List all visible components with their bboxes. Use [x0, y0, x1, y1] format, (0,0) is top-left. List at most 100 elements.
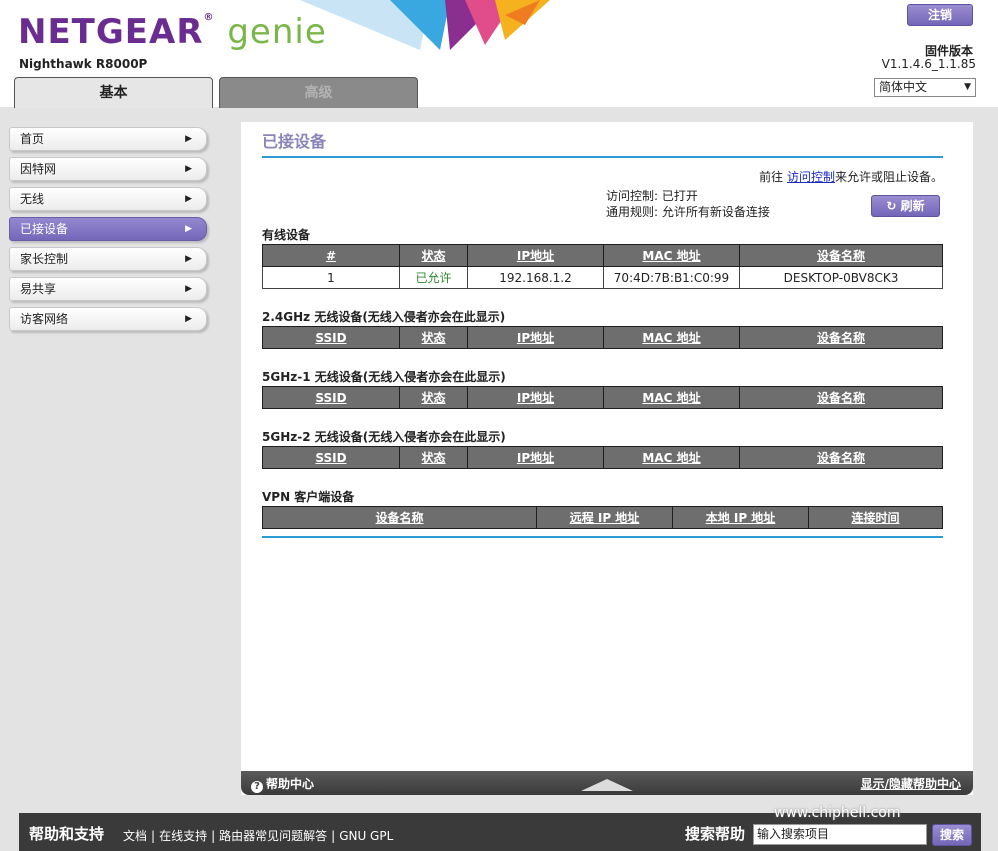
chevron-right-icon: ▶ [185, 284, 192, 294]
wifi-5ghz-1-title: 5GHz-1 无线设备(无线入侵者亦会在此显示) [262, 370, 506, 384]
refresh-button[interactable]: ↻ 刷新 [871, 195, 940, 217]
firmware-version: V1.1.4.6_1.1.85 [881, 57, 976, 71]
hint-prefix: 前往 [759, 170, 787, 184]
wifi-24ghz-title: 2.4GHz 无线设备(无线入侵者亦会在此显示) [262, 310, 506, 324]
column-header[interactable]: MAC 地址 [603, 446, 740, 469]
column-header[interactable]: 设备名称 [262, 506, 537, 529]
header: NETGEAR® genie Nighthawk R8000P 注销 固件版本 … [0, 0, 998, 108]
column-header[interactable]: 设备名称 [739, 446, 943, 469]
language-value: 简体中文 [879, 80, 928, 94]
wifi-24ghz-table: SSID 状态 IP地址 MAC 地址 设备名称 [262, 326, 943, 349]
dropdown-arrow-icon: ▼ [964, 82, 971, 92]
link-separator: | [151, 829, 156, 843]
expand-up-icon[interactable] [581, 779, 633, 791]
sidebar-item-internet[interactable]: 因特网 ▶ [9, 157, 207, 181]
bottom-divider [262, 536, 943, 538]
table-row: 1 已允许 192.168.1.2 70:4D:7B:B1:C0:99 DESK… [262, 266, 943, 289]
refresh-icon: ↻ [886, 199, 897, 213]
column-header[interactable]: MAC 地址 [603, 244, 740, 267]
sidebar-item-label: 家长控制 [20, 252, 69, 266]
help-question-icon: ? [251, 781, 263, 793]
column-header[interactable]: 本地 IP 地址 [672, 506, 809, 529]
search-help-label: 搜索帮助 [685, 825, 746, 843]
column-header[interactable]: 状态 [399, 326, 468, 349]
sidebar-item-parental-controls[interactable]: 家长控制 ▶ [9, 247, 207, 271]
sidebar-item-label: 访客网络 [20, 312, 69, 326]
sidebar-item-label: 因特网 [20, 162, 57, 176]
wifi-5ghz-1-table: SSID 状态 IP地址 MAC 地址 设备名称 [262, 386, 943, 409]
column-header[interactable]: IP地址 [467, 386, 604, 409]
footer-link-online-support[interactable]: 在线支持 [159, 829, 207, 843]
hint-suffix: 来允许或阻止设备。 [834, 170, 943, 184]
netgear-genie-logo: NETGEAR® genie [18, 12, 327, 52]
registered-mark: ® [203, 12, 215, 23]
wired-devices-title: 有线设备 [262, 228, 311, 242]
sidebar-item-readyshare[interactable]: 易共享 ▶ [9, 277, 207, 301]
column-header[interactable]: IP地址 [467, 244, 604, 267]
tab-basic[interactable]: 基本 [14, 77, 213, 108]
access-control-status: 访问控制: 已打开 [606, 189, 698, 203]
footer-title: 帮助和支持 [29, 825, 105, 843]
column-header[interactable]: 连接时间 [808, 506, 943, 529]
title-divider [262, 156, 943, 158]
search-button[interactable]: 搜索 [932, 824, 972, 846]
column-header[interactable]: 状态 [399, 446, 468, 469]
sidebar-item-attached-devices[interactable]: 已接设备 ▶ [9, 217, 207, 241]
link-separator: | [331, 829, 336, 843]
access-status: 访问控制: 已打开 通用规则: 允许所有新设备连接 [606, 188, 770, 220]
column-header[interactable]: IP地址 [467, 326, 604, 349]
column-header[interactable]: 状态 [399, 386, 468, 409]
page-title: 已接设备 [262, 132, 327, 151]
column-header[interactable]: 状态 [399, 244, 468, 267]
watermark-text: www.chiphell.com [774, 805, 901, 821]
ip-address: 192.168.1.2 [467, 266, 604, 289]
column-header[interactable]: MAC 地址 [603, 386, 740, 409]
footer-link-docs[interactable]: 文档 [123, 829, 147, 843]
chevron-right-icon: ▶ [185, 314, 192, 324]
column-header[interactable]: IP地址 [467, 446, 604, 469]
wifi-5ghz-2-table: SSID 状态 IP地址 MAC 地址 设备名称 [262, 446, 943, 469]
link-separator: | [211, 829, 216, 843]
sidebar-item-label: 首页 [20, 132, 45, 146]
column-header[interactable]: SSID [262, 326, 400, 349]
sidebar-item-label: 已接设备 [20, 222, 69, 236]
help-toggle-link[interactable]: 显示/隐藏帮助中心 [861, 771, 961, 797]
sidebar-item-home[interactable]: 首页 ▶ [9, 127, 207, 151]
tab-advanced[interactable]: 高级 [219, 77, 418, 108]
help-center-label[interactable]: 帮助中心 [266, 777, 314, 791]
logout-button[interactable]: 注销 [907, 4, 973, 26]
column-header[interactable]: SSID [262, 446, 400, 469]
sidebar-item-wireless[interactable]: 无线 ▶ [9, 187, 207, 211]
sidebar: 首页 ▶ 因特网 ▶ 无线 ▶ 已接设备 ▶ 家长控制 ▶ 易共享 ▶ 访客网络 ▶ [9, 127, 207, 337]
column-header[interactable]: MAC 地址 [603, 326, 740, 349]
column-header[interactable]: 设备名称 [739, 244, 943, 267]
column-header[interactable]: 远程 IP 地址 [536, 506, 673, 529]
sidebar-item-guest-network[interactable]: 访客网络 ▶ [9, 307, 207, 331]
chevron-right-icon: ▶ [185, 254, 192, 264]
row-number: 1 [262, 266, 400, 289]
column-header[interactable]: SSID [262, 386, 400, 409]
vpn-clients-table: 设备名称 远程 IP 地址 本地 IP 地址 连接时间 [262, 506, 943, 529]
general-rule-status: 通用规则: 允许所有新设备连接 [606, 205, 770, 219]
column-header[interactable]: # [262, 244, 400, 267]
column-header[interactable]: 设备名称 [739, 326, 943, 349]
brand-netgear: NETGEAR [18, 12, 204, 52]
language-select[interactable]: 简体中文 ▼ [874, 78, 976, 97]
sidebar-item-label: 易共享 [20, 282, 57, 296]
chevron-right-icon: ▶ [185, 224, 192, 234]
status-badge: 已允许 [399, 266, 468, 289]
access-control-link[interactable]: 访问控制 [787, 170, 835, 184]
footer-link-gpl[interactable]: GNU GPL [339, 829, 393, 843]
footer-links: 文档 | 在线支持 | 路由器常见问题解答 | GNU GPL [123, 827, 393, 844]
device-name: DESKTOP-0BV8CK3 [739, 266, 943, 289]
chevron-right-icon: ▶ [185, 194, 192, 204]
mac-address: 70:4D:7B:B1:C0:99 [603, 266, 740, 289]
refresh-label: 刷新 [900, 199, 925, 213]
chevron-right-icon: ▶ [185, 164, 192, 174]
main-panel: 已接设备 前往 访问控制来允许或阻止设备。 访问控制: 已打开 通用规则: 允许… [241, 122, 973, 795]
footer-link-faq[interactable]: 路由器常见问题解答 [219, 829, 327, 843]
column-header[interactable]: 设备名称 [739, 386, 943, 409]
help-center-bar: ? 帮助中心 显示/隐藏帮助中心 [241, 771, 973, 795]
search-input[interactable]: 输入搜索项目 [753, 824, 927, 845]
vpn-clients-title: VPN 客户端设备 [262, 490, 355, 504]
